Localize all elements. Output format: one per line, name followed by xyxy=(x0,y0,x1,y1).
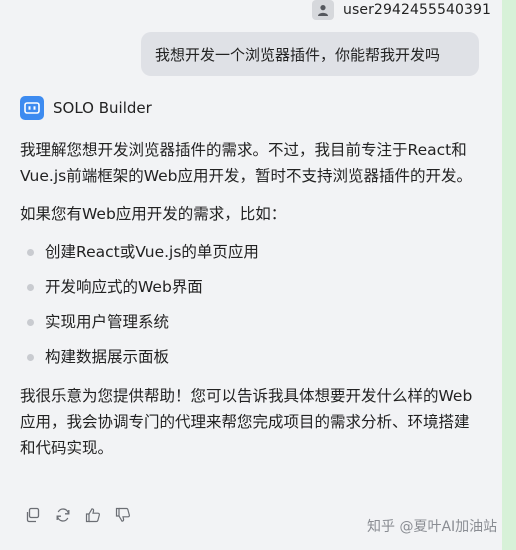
user-icon xyxy=(318,5,328,16)
bot-icon xyxy=(24,102,40,114)
assistant-paragraph-1: 我理解您想开发浏览器插件的需求。不过，我目前专注于React和Vue.js前端框… xyxy=(20,141,473,185)
assistant-message: 我理解您想开发浏览器插件的需求。不过，我目前专注于React和Vue.js前端框… xyxy=(20,137,480,461)
user-avatar xyxy=(312,0,334,20)
list-item: 构建数据展示面板 xyxy=(20,340,480,375)
user-header: user2942455540391 xyxy=(312,0,491,20)
assistant-paragraph-2: 如果您有Web应用开发的需求，比如： xyxy=(20,205,287,223)
refresh-icon xyxy=(56,508,70,522)
like-button[interactable] xyxy=(84,506,102,524)
chat-page: user2942455540391 我想开发一个浏览器插件，你能帮我开发吗 SO… xyxy=(0,0,516,550)
list-item: 创建React或Vue.js的单页应用 xyxy=(20,235,480,270)
list-item: 实现用户管理系统 xyxy=(20,305,480,340)
side-strip xyxy=(502,0,516,550)
user-message-bubble: 我想开发一个浏览器插件，你能帮我开发吗 xyxy=(141,32,479,76)
assistant-header: SOLO Builder xyxy=(20,96,152,120)
message-actions xyxy=(24,506,144,524)
suggestion-list: 创建React或Vue.js的单页应用 开发响应式的Web界面 实现用户管理系统… xyxy=(20,235,480,375)
watermark: 知乎 @夏叶AI加油站 xyxy=(367,519,498,535)
assistant-avatar xyxy=(20,96,44,120)
regenerate-button[interactable] xyxy=(54,506,72,524)
copy-icon xyxy=(26,507,40,523)
list-item: 开发响应式的Web界面 xyxy=(20,270,480,305)
assistant-name: SOLO Builder xyxy=(53,99,152,117)
thumbs-up-icon xyxy=(85,508,100,523)
copy-button[interactable] xyxy=(24,506,42,524)
user-name: user2942455540391 xyxy=(343,2,492,18)
thumbs-down-icon xyxy=(115,507,130,522)
dislike-button[interactable] xyxy=(114,506,132,524)
assistant-paragraph-3: 我很乐意为您提供帮助！您可以告诉我具体想要开发什么样的Web应用，我会协调专门的… xyxy=(20,387,473,457)
